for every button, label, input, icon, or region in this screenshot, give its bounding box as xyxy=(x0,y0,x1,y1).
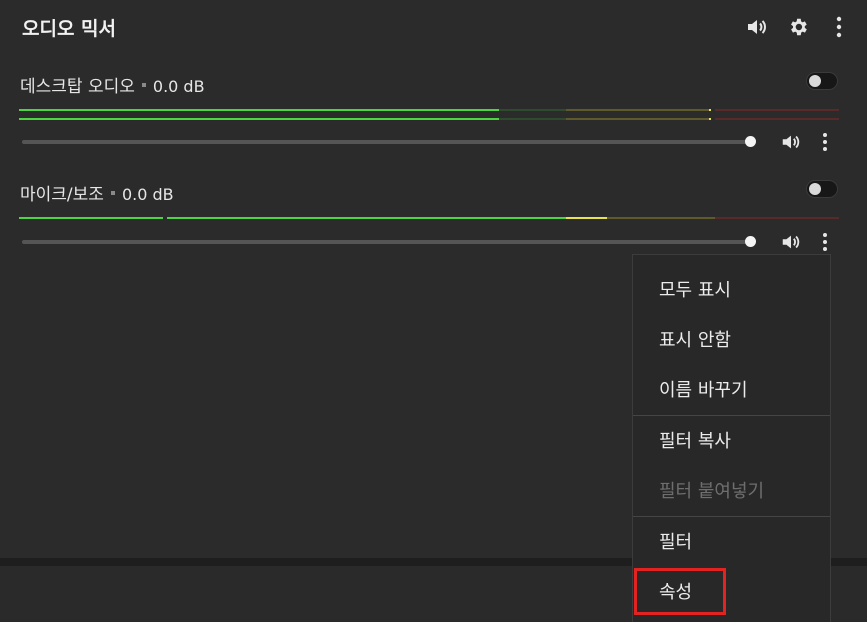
highlight-box xyxy=(634,568,726,615)
volume-slider[interactable] xyxy=(22,236,756,247)
kebab-icon[interactable] xyxy=(813,130,837,154)
kebab-icon[interactable] xyxy=(826,14,852,40)
source-name: 마이크/보조 xyxy=(20,185,104,205)
slider-handle[interactable] xyxy=(745,136,756,147)
source-row-mic-aux: 마이크/보조 0.0 dB xyxy=(20,180,174,205)
volume-meter-right xyxy=(19,118,839,120)
menu-item-rename[interactable]: 이름 바꾸기 xyxy=(633,366,830,416)
obs-window: 오디오 믹서 데스크탑 오디오 0.0 dB 마이크/보조 0.0 dB 모두 … xyxy=(0,0,867,622)
kebab-icon[interactable] xyxy=(813,230,837,254)
menu-item-filters[interactable]: 필터 xyxy=(633,518,830,568)
speaker-icon[interactable] xyxy=(779,230,803,254)
volume-meter xyxy=(19,217,839,219)
menu-item-paste-filters: 필터 붙여넣기 xyxy=(659,481,765,502)
source-db: 0.0 dB xyxy=(152,77,205,96)
menu-separator xyxy=(633,516,830,517)
dock-title: 오디오 믹서 xyxy=(22,18,117,40)
slider-handle[interactable] xyxy=(745,236,756,247)
source-row-desktop-audio: 데스크탑 오디오 0.0 dB xyxy=(20,72,205,97)
mute-toggle[interactable] xyxy=(806,180,838,198)
separator-dot xyxy=(110,191,115,195)
speaker-icon[interactable] xyxy=(744,14,770,40)
speaker-icon[interactable] xyxy=(779,130,803,154)
mute-toggle[interactable] xyxy=(806,72,838,90)
source-name: 데스크탑 오디오 xyxy=(20,77,135,97)
gear-icon[interactable] xyxy=(785,14,811,40)
menu-separator xyxy=(633,415,830,416)
menu-item-copy-filters[interactable]: 필터 복사 xyxy=(633,417,830,467)
menu-item-show-all[interactable]: 모두 표시 xyxy=(633,266,830,316)
volume-slider[interactable] xyxy=(22,136,756,147)
menu-item-hide[interactable]: 표시 안함 xyxy=(633,316,830,366)
source-db: 0.0 dB xyxy=(121,185,174,204)
context-menu: 모두 표시 표시 안함 이름 바꾸기 필터 복사 필터 붙여넣기 필터 속성 xyxy=(632,254,831,622)
volume-meter-left xyxy=(19,109,839,111)
separator-dot xyxy=(141,83,146,87)
